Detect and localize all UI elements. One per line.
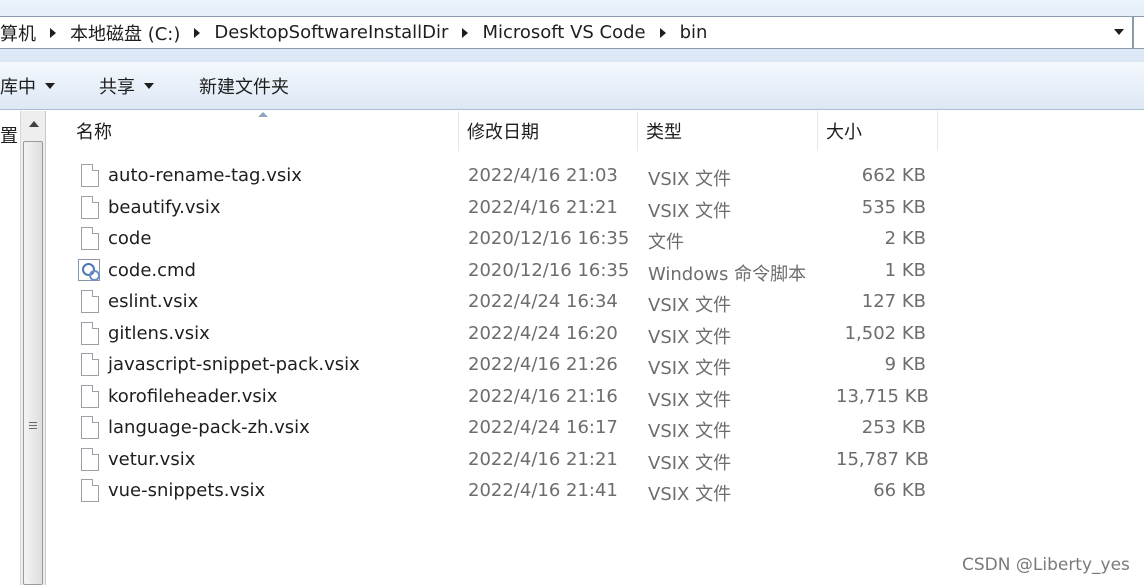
file-modified-date: 2022/4/24 16:17 [468, 417, 618, 438]
file-name: vetur.vsix [108, 448, 196, 470]
scrollbar-thumb[interactable] [23, 141, 43, 585]
file-name: gitlens.vsix [108, 322, 210, 344]
file-row[interactable]: vetur.vsix 2022/4/16 21:21 VSIX 文件 15,787 K… [76, 445, 946, 477]
file-size: 13,715 KB [836, 385, 929, 407]
file-name: code.cmd [108, 259, 196, 281]
file-type: Windows 命令脚本 [648, 263, 807, 285]
file-row[interactable]: auto-rename-tag.vsix 2022/4/16 21:03 VSIX … [76, 161, 946, 193]
chevron-down-icon [45, 82, 55, 89]
file-size: 1 KB [884, 259, 926, 281]
file-name: language-pack-zh.vsix [108, 417, 310, 438]
file-name: javascript-snippet-pack.vsix [108, 354, 360, 375]
file-size: 15,787 KB [836, 448, 929, 470]
breadcrumb-bin[interactable]: bin [680, 22, 708, 43]
file-row[interactable]: beautify.vsix 2022/4/16 21:21 VSIX 文件 535 K… [76, 193, 946, 225]
file-row[interactable]: vue-snippets.vsix 2022/4/16 21:41 VSIX 文件 6… [76, 476, 946, 508]
breadcrumb-separator-icon[interactable] [659, 27, 666, 38]
file-icon [81, 384, 99, 408]
breadcrumb-vscode[interactable]: Microsoft VS Code [482, 22, 645, 43]
file-name: code [108, 228, 152, 249]
file-type: VSIX 文件 [648, 421, 732, 442]
file-row[interactable]: gitlens.vsix 2022/4/24 16:20 VSIX 文件 1,502 … [76, 319, 946, 351]
file-icon [81, 321, 99, 345]
refresh-button-edge[interactable] [1133, 16, 1144, 49]
file-modified-date: 2022/4/16 21:21 [468, 196, 618, 218]
file-type: VSIX 文件 [648, 484, 732, 505]
breadcrumb-install-dir[interactable]: DesktopSoftwareInstallDir [214, 22, 448, 43]
file-icon [81, 195, 99, 219]
command-toolbar: 库中 共享 新建文件夹 [0, 62, 1144, 110]
nav-pane-scrollbar[interactable] [20, 111, 46, 585]
include-in-library-menu[interactable]: 库中 [0, 73, 55, 99]
new-folder-button[interactable]: 新建文件夹 [199, 73, 289, 99]
watermark: CSDN @Liberty_yes [962, 555, 1130, 575]
column-header-date[interactable]: 修改日期 [459, 111, 638, 151]
file-modified-date: 2022/4/24 16:20 [468, 322, 618, 344]
file-size: 535 KB [861, 196, 926, 218]
chevron-down-icon [144, 82, 154, 89]
file-modified-date: 2020/12/16 16:35 [468, 259, 630, 281]
scrollbar-grip-icon [29, 422, 37, 431]
breadcrumb-separator-icon[interactable] [50, 27, 56, 38]
file-icon [81, 353, 99, 376]
breadcrumb-local-disk[interactable]: 本地磁盘 (C:) [70, 20, 180, 46]
file-size: 662 KB [861, 165, 926, 186]
file-modified-date: 2020/12/16 16:35 [468, 228, 630, 249]
file-row[interactable]: code.cmd 2020/12/16 16:35 Windows 命令脚本 1 KB [76, 256, 946, 288]
address-bar-band: 算机 本地磁盘 (C:) DesktopSoftwareInstallDir M… [0, 0, 1144, 62]
file-icon [81, 479, 99, 502]
breadcrumb-separator-icon[interactable] [194, 27, 201, 38]
file-name: korofileheader.vsix [108, 385, 278, 407]
file-size: 1,502 KB [844, 322, 926, 344]
file-type: VSIX 文件 [648, 200, 732, 222]
file-row[interactable]: code 2020/12/16 16:35 文件 2 KB [76, 224, 946, 256]
file-icon [81, 164, 99, 187]
address-bar[interactable]: 算机 本地磁盘 (C:) DesktopSoftwareInstallDir M… [0, 16, 1133, 49]
file-name: auto-rename-tag.vsix [108, 165, 302, 186]
file-type: VSIX 文件 [648, 295, 732, 316]
file-list: auto-rename-tag.vsix 2022/4/16 21:03 VSIX … [76, 161, 946, 508]
cmd-script-icon [78, 258, 100, 281]
scroll-up-arrow-icon[interactable] [29, 121, 39, 127]
file-type: 文件 [648, 232, 684, 253]
file-modified-date: 2022/4/16 21:16 [468, 385, 618, 407]
file-row[interactable]: eslint.vsix 2022/4/24 16:34 VSIX 文件 127 KB [76, 287, 946, 319]
file-row[interactable]: korofileheader.vsix 2022/4/16 21:16 VSIX 文… [76, 382, 946, 414]
breadcrumb-computer[interactable]: 算机 [0, 20, 36, 46]
file-row[interactable]: language-pack-zh.vsix 2022/4/24 16:17 VSIX… [76, 413, 946, 445]
file-name: vue-snippets.vsix [108, 480, 266, 501]
file-type: VSIX 文件 [648, 452, 732, 474]
file-type: VSIX 文件 [648, 169, 732, 190]
breadcrumb: 算机 本地磁盘 (C:) DesktopSoftwareInstallDir M… [0, 17, 707, 48]
file-modified-date: 2022/4/16 21:03 [468, 165, 618, 186]
file-name: eslint.vsix [108, 291, 199, 312]
address-history-dropdown-icon[interactable] [1114, 29, 1124, 35]
file-modified-date: 2022/4/24 16:34 [468, 291, 618, 312]
file-size: 2 KB [884, 228, 926, 249]
file-size: 253 KB [861, 417, 926, 438]
sort-ascending-icon [258, 112, 268, 117]
file-icon [81, 227, 99, 250]
file-modified-date: 2022/4/16 21:21 [468, 448, 618, 470]
share-with-menu[interactable]: 共享 [99, 73, 154, 99]
file-type: VSIX 文件 [648, 389, 732, 411]
file-modified-date: 2022/4/16 21:41 [468, 480, 618, 501]
file-name: beautify.vsix [108, 196, 221, 218]
navigation-pane [0, 111, 20, 585]
file-type: VSIX 文件 [648, 358, 732, 379]
file-size: 66 KB [873, 480, 926, 501]
breadcrumb-separator-icon[interactable] [462, 27, 469, 38]
file-size: 9 KB [884, 354, 926, 375]
file-modified-date: 2022/4/16 21:26 [468, 354, 618, 375]
file-icon [81, 416, 99, 439]
file-type: VSIX 文件 [648, 326, 732, 348]
column-header-name[interactable]: 名称 [68, 111, 459, 151]
file-icon [81, 447, 99, 471]
file-icon [81, 290, 99, 313]
file-size: 127 KB [861, 291, 926, 312]
column-header-size[interactable]: 大小 [818, 111, 938, 151]
nav-pane-item[interactable]: 置 [0, 122, 18, 148]
file-row[interactable]: javascript-snippet-pack.vsix 2022/4/16 21… [76, 350, 946, 382]
column-header-type[interactable]: 类型 [638, 111, 818, 151]
